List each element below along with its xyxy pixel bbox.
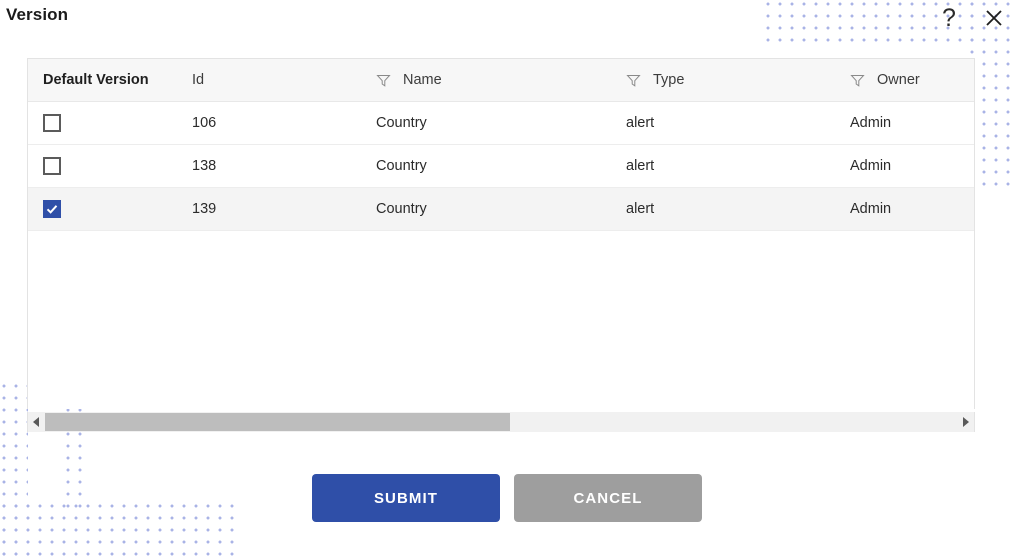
- scrollbar-thumb[interactable]: [45, 413, 511, 431]
- default-version-checkbox[interactable]: [43, 157, 61, 175]
- table-header-row: Default Version Id Name Type Owner: [28, 59, 974, 102]
- horizontal-scrollbar[interactable]: [27, 412, 975, 432]
- caret-left-icon[interactable]: [28, 412, 45, 432]
- column-header-type: Type: [626, 59, 850, 101]
- cell-name: Country: [376, 201, 427, 217]
- filter-icon-name[interactable]: [376, 73, 391, 88]
- page-title: Version: [6, 5, 69, 24]
- cell-default-version: [28, 188, 192, 230]
- version-table: Default Version Id Name Type Owner 106 C…: [27, 58, 975, 409]
- cell-owner: Admin: [850, 158, 892, 174]
- column-header-label: Type: [653, 72, 685, 88]
- cancel-button[interactable]: CANCEL: [514, 474, 702, 522]
- filter-icon-type[interactable]: [626, 73, 641, 88]
- close-icon[interactable]: [980, 3, 1008, 33]
- column-header-name: Name: [376, 59, 626, 101]
- table-row[interactable]: 138 Country alert Admin: [28, 145, 974, 188]
- table-empty-area: [28, 231, 974, 409]
- default-version-checkbox[interactable]: [43, 114, 61, 132]
- help-icon[interactable]: ?: [936, 3, 962, 33]
- column-header-label: Owner: [877, 72, 920, 88]
- cell-id: 138: [192, 158, 217, 174]
- column-header-label: Name: [403, 72, 442, 88]
- cell-name: Country: [376, 158, 427, 174]
- column-header-id: Id: [192, 59, 376, 101]
- column-header-default-version: Default Version: [28, 59, 192, 101]
- cell-id: 106: [192, 115, 217, 131]
- cell-owner: Admin: [850, 201, 892, 217]
- table-row[interactable]: 139 Country alert Admin: [28, 188, 974, 231]
- dot-pattern-decoration-bottom-left: [0, 380, 28, 558]
- cell-default-version: [28, 145, 192, 187]
- caret-right-icon[interactable]: [957, 412, 974, 432]
- scrollbar-track[interactable]: [45, 412, 957, 432]
- filter-icon-owner[interactable]: [850, 73, 865, 88]
- column-header-owner: Owner: [850, 59, 970, 101]
- cell-type: alert: [626, 201, 655, 217]
- default-version-checkbox[interactable]: [43, 200, 61, 218]
- column-header-label: Id: [192, 72, 205, 88]
- cell-default-version: [28, 102, 192, 144]
- cell-owner: Admin: [850, 115, 892, 131]
- dialog-footer: SUBMIT CANCEL: [0, 474, 1014, 522]
- submit-button[interactable]: SUBMIT: [312, 474, 500, 522]
- version-dialog: Version ? Default Version Id Name Type O…: [0, 0, 1014, 558]
- table-row[interactable]: 106 Country alert Admin: [28, 102, 974, 145]
- cell-name: Country: [376, 115, 427, 131]
- cell-type: alert: [626, 158, 655, 174]
- column-header-label: Default Version: [43, 72, 149, 88]
- cell-id: 139: [192, 201, 217, 217]
- cell-type: alert: [626, 115, 655, 131]
